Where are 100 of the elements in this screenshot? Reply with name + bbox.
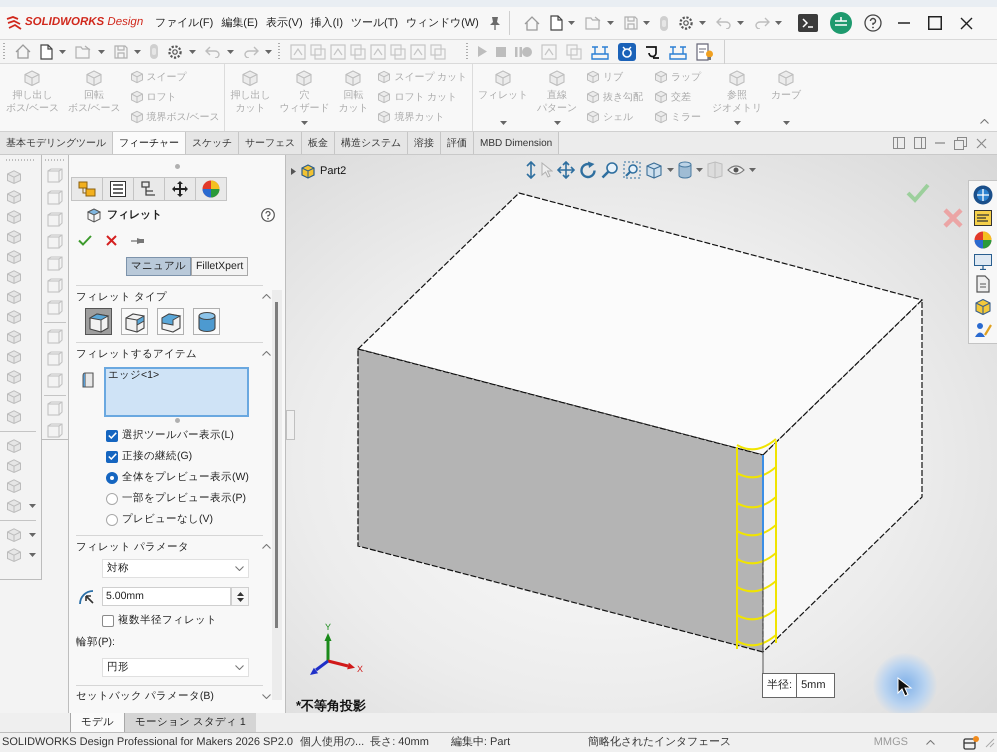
ribbon-tab[interactable]: MBD Dimension [474,132,560,154]
save-icon[interactable] [114,44,128,58]
caret-icon[interactable] [227,50,234,54]
caret-icon[interactable] [749,168,756,172]
caret-icon[interactable] [667,168,674,172]
settings-icon[interactable] [678,15,694,31]
profile-dropdown[interactable]: 円形 [102,658,249,677]
stop-icon[interactable] [496,46,506,56]
panel-tab[interactable] [102,177,134,201]
spin-button[interactable] [231,587,249,606]
notification-icon[interactable] [963,736,979,750]
selection-list[interactable]: エッジ<1> [104,367,249,417]
option-label[interactable]: 正接の継続(G) [122,448,192,464]
menu-item[interactable]: ツール(T) [351,14,398,32]
section-title[interactable]: フィレットするアイテム [76,346,197,360]
ribbon-tab[interactable]: 構造システム [335,132,408,154]
avatar-icon[interactable] [830,12,852,34]
radius-input[interactable]: 5.00mm [102,587,231,606]
radio-button[interactable] [106,514,118,526]
radio-button[interactable] [106,492,118,504]
settings-icon[interactable] [167,44,183,60]
diagram-icon[interactable] [591,44,609,60]
section-title[interactable]: フィレット タイプ [76,290,167,304]
scrollbar-thumb[interactable] [275,302,278,628]
folder-icon[interactable] [75,44,92,58]
option-label[interactable]: 全体をプレビュー表示(W) [122,470,249,486]
diagram-icon[interactable] [669,44,687,60]
eye-icon[interactable] [727,163,745,177]
folder-icon[interactable] [584,16,602,30]
help-icon[interactable] [864,14,882,32]
resize-grip-icon[interactable] [175,418,180,422]
redo-icon[interactable] [754,17,770,29]
checkbox[interactable] [106,450,118,462]
save-icon[interactable] [624,16,638,30]
pin-icon[interactable] [488,16,501,30]
check-icon[interactable] [906,183,930,203]
pause-icon[interactable] [515,46,532,56]
caret-icon[interactable] [265,50,272,54]
monitor-icon[interactable] [974,254,992,270]
split-pane-icon[interactable] [893,137,905,149]
caret-icon[interactable] [29,504,36,508]
maximize-icon[interactable] [928,16,942,30]
option-label[interactable]: 複数半径フィレット [118,613,217,629]
pin-icon[interactable] [131,236,145,244]
check-icon[interactable] [78,235,92,246]
split-pane-icon[interactable] [914,137,926,149]
fillet-type-button[interactable] [121,308,148,335]
menu-item[interactable]: ファイル(F) [155,14,214,32]
chevron-up-icon[interactable] [926,740,935,745]
undo-icon[interactable] [716,17,732,29]
ribbon-tab[interactable]: スケッチ [186,132,239,154]
checkbox[interactable] [102,615,114,627]
caret-icon[interactable] [774,21,782,25]
scrollbar[interactable] [272,290,282,700]
file-icon[interactable] [550,15,563,31]
ribbon-tab[interactable]: 溶接 [408,132,441,154]
redo-icon[interactable] [243,46,259,58]
menu-item[interactable]: 編集(E) [221,14,258,32]
mode-tab[interactable]: FilletXpert [191,257,248,276]
rotate-icon[interactable] [579,161,597,179]
radio-button[interactable] [106,472,118,484]
menu-item[interactable]: 挿入(I) [310,14,344,32]
chevron-up-icon[interactable] [262,351,271,356]
caret-icon[interactable] [29,553,36,557]
undo-icon[interactable] [205,46,221,58]
cube-icon[interactable] [645,161,663,179]
ribbon-tab[interactable]: 評価 [441,132,474,154]
page-icon[interactable] [976,275,990,293]
terminal-icon[interactable] [798,14,818,32]
fillet-type-button[interactable] [157,308,184,335]
caret-icon[interactable] [736,21,744,25]
document-icon[interactable] [696,42,714,60]
ribbon-tab[interactable]: 板金 [302,132,335,154]
panel-tab[interactable] [133,177,165,201]
home-icon[interactable] [15,44,31,59]
move-icon[interactable] [557,161,575,179]
hook-icon[interactable] [645,44,660,58]
magnifier-icon[interactable] [623,161,641,179]
globe-icon[interactable] [973,185,993,205]
file-icon[interactable] [40,44,53,60]
caret-icon[interactable] [642,21,650,25]
section-title[interactable]: セットバック パラメータ(B) [76,689,214,703]
splitter-handle[interactable] [286,410,295,440]
caret-icon[interactable] [29,533,36,537]
cube-icon[interactable] [974,298,992,316]
fillet-type-button[interactable] [193,308,220,335]
chevron-down-icon[interactable] [262,694,271,698]
caret-icon[interactable] [59,50,66,54]
caret-icon[interactable] [98,50,105,54]
chevron-up-icon[interactable] [262,544,271,549]
checkbox[interactable] [106,430,118,442]
ribbon-tab[interactable]: 基本モデリングツール [0,132,113,154]
menu-item[interactable]: 表示(V) [266,14,303,32]
mode-tab[interactable]: マニュアル [126,257,191,276]
arrows-icon[interactable] [525,161,537,179]
bottom-tab[interactable]: モーション スタディ 1 [125,713,256,732]
caret-icon[interactable] [134,50,141,54]
option-label[interactable]: 一部をプレビュー表示(P) [122,490,246,506]
help-icon[interactable] [261,208,275,222]
pointer-icon[interactable] [541,162,553,178]
